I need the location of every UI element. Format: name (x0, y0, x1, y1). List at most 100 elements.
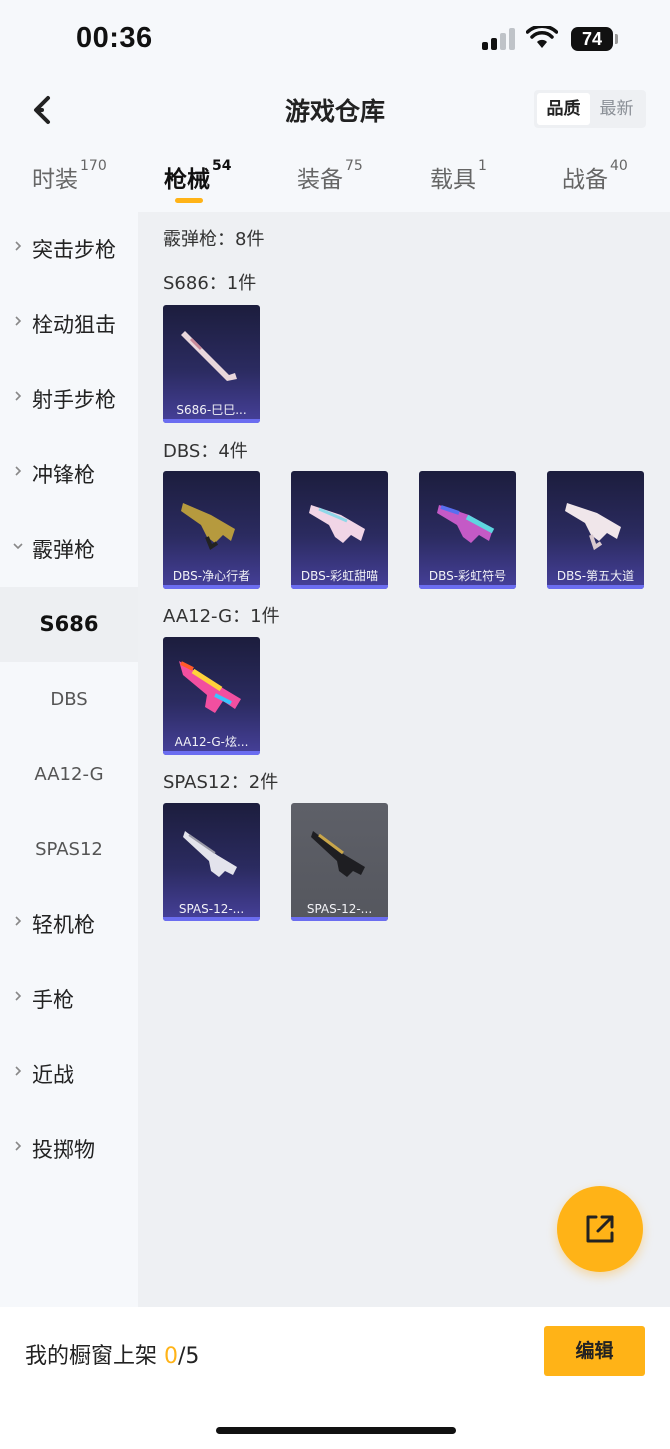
tab-label: 装备 (297, 167, 343, 193)
chevron-right-icon (15, 466, 22, 476)
sidebar-item-label: 突击步枪 (32, 238, 116, 262)
category-tabs: 时装170 枪械54 装备75 载具1 战备40 (0, 150, 670, 212)
shotgun-skin-icon (179, 661, 241, 713)
chevron-right-icon (15, 1141, 22, 1151)
item-card[interactable]: AA12-G-炫... (163, 637, 260, 755)
active-tab-indicator (175, 198, 203, 203)
shotgun-skin-icon (565, 503, 621, 551)
tab-fashion[interactable]: 时装170 (32, 158, 107, 194)
rarity-bar (163, 917, 260, 921)
sidebar-item-label: 栓动狙击 (32, 313, 116, 337)
nav-bar: 游戏仓库 品质 最新 (0, 80, 670, 142)
edit-button[interactable]: 编辑 (544, 1326, 645, 1376)
sidebar-sub-dbs[interactable]: DBS (0, 662, 138, 737)
shotgun-skin-icon (181, 331, 237, 381)
rarity-bar (163, 419, 260, 423)
sidebar-item-smg[interactable]: 冲锋枪 (0, 437, 138, 512)
tab-label: 时装 (32, 167, 78, 193)
battery-cap (615, 34, 618, 44)
shotgun-skin-icon (181, 503, 235, 551)
rarity-bar (163, 585, 260, 589)
item-label: AA12-G-炫... (174, 735, 249, 749)
tab-count: 170 (80, 158, 107, 174)
tab-count: 75 (345, 158, 363, 174)
tab-supplies[interactable]: 战备40 (562, 158, 628, 194)
item-label: DBS-第五大道 (556, 569, 635, 583)
shotgun-skin-icon (311, 831, 365, 877)
item-card[interactable]: DBS-第五大道 (547, 471, 644, 589)
item-label: DBS-彩虹甜喵 (300, 569, 379, 583)
chevron-right-icon (15, 316, 22, 326)
rarity-bar (547, 585, 644, 589)
item-grid-area: 霰弹枪：8件 S686：1件 S686-巳巳... DBS：4件 DBS-净心行… (138, 212, 670, 1307)
tab-label: 枪械 (164, 167, 210, 193)
item-label: DBS-净心行者 (172, 569, 251, 583)
rarity-bar (291, 917, 388, 921)
item-card[interactable]: DBS-彩虹符号 (419, 471, 516, 589)
status-time: 00:36 (76, 22, 153, 54)
showcase-status: 我的橱窗上架 0/5 (25, 1338, 199, 1370)
sidebar-item-label: 霰弹枪 (32, 538, 95, 562)
item-card[interactable]: SPAS-12-... (163, 803, 260, 921)
tab-vehicles[interactable]: 载具1 (430, 158, 487, 194)
sidebar-item-label: 近战 (32, 1063, 74, 1087)
sidebar-item-pistol[interactable]: 手枪 (0, 962, 138, 1037)
group-header-aa12g: AA12-G：1件 (163, 606, 280, 627)
sidebar-item-label: 冲锋枪 (32, 463, 95, 487)
sidebar-sub-s686[interactable]: S686 (0, 587, 138, 662)
item-label: SPAS-12-... (306, 902, 373, 916)
chevron-right-icon (15, 241, 22, 251)
category-total: 霰弹枪：8件 (163, 229, 265, 250)
home-indicator (216, 1427, 456, 1434)
chevron-right-icon (15, 916, 22, 926)
sidebar-item-melee[interactable]: 近战 (0, 1037, 138, 1112)
sidebar-item-lmg[interactable]: 轻机枪 (0, 887, 138, 962)
chevron-right-icon (15, 1066, 22, 1076)
item-label: S686-巳巳... (176, 403, 247, 417)
tab-count: 54 (212, 158, 232, 174)
sort-toggle: 品质 最新 (534, 90, 646, 128)
showcase-total: /5 (178, 1344, 200, 1369)
shotgun-skin-icon (309, 505, 365, 543)
status-bar: 00:36 74 (0, 0, 670, 80)
item-label: SPAS-12-... (178, 902, 245, 916)
tab-equipment[interactable]: 装备75 (297, 158, 363, 194)
shotgun-skin-icon (183, 831, 237, 877)
sidebar-item-throwables[interactable]: 投掷物 (0, 1112, 138, 1187)
showcase-bar: 我的橱窗上架 0/5 编辑 (0, 1307, 670, 1449)
sidebar-item-shotgun[interactable]: 霰弹枪 (0, 512, 138, 587)
sidebar-item-label: 投掷物 (32, 1138, 95, 1162)
sort-quality-button[interactable]: 品质 (537, 93, 590, 125)
group-header-dbs: DBS：4件 (163, 441, 248, 462)
sidebar-sub-spas12[interactable]: SPAS12 (0, 812, 138, 887)
sort-latest-button[interactable]: 最新 (590, 93, 643, 125)
sidebar-item-label: 射手步枪 (32, 388, 116, 412)
chevron-down-icon (13, 543, 23, 550)
sidebar-item-marksman-rifle[interactable]: 射手步枪 (0, 362, 138, 437)
item-card[interactable]: S686-巳巳... (163, 305, 260, 423)
wifi-icon (526, 26, 558, 48)
tab-label: 战备 (562, 167, 608, 193)
item-card[interactable]: DBS-彩虹甜喵 (291, 471, 388, 589)
tab-label: 载具 (430, 167, 476, 193)
item-card[interactable]: SPAS-12-... (291, 803, 388, 921)
share-icon (586, 1215, 614, 1243)
sidebar-item-label: 手枪 (32, 988, 74, 1012)
share-button[interactable] (557, 1186, 643, 1272)
cellular-signal-icon (482, 28, 518, 50)
item-label: DBS-彩虹符号 (428, 569, 507, 583)
sidebar-item-label: 轻机枪 (32, 913, 95, 937)
item-card[interactable]: DBS-净心行者 (163, 471, 260, 589)
battery-indicator: 74 (571, 27, 613, 51)
sidebar-item-bolt-sniper[interactable]: 栓动狙击 (0, 287, 138, 362)
weapon-category-sidebar: 突击步枪 栓动狙击 射手步枪 冲锋枪 霰弹枪 S686 DBS AA12-G S… (0, 212, 138, 1307)
shotgun-skin-icon (437, 505, 495, 543)
rarity-bar (419, 585, 516, 589)
sidebar-item-assault-rifle[interactable]: 突击步枪 (0, 212, 138, 287)
sidebar-sub-aa12g[interactable]: AA12-G (0, 737, 138, 812)
chevron-right-icon (15, 991, 22, 1001)
showcase-label: 我的橱窗上架 (25, 1344, 164, 1369)
tab-guns[interactable]: 枪械54 (164, 158, 232, 194)
tab-count: 1 (478, 158, 487, 174)
group-header-s686: S686：1件 (163, 273, 257, 294)
